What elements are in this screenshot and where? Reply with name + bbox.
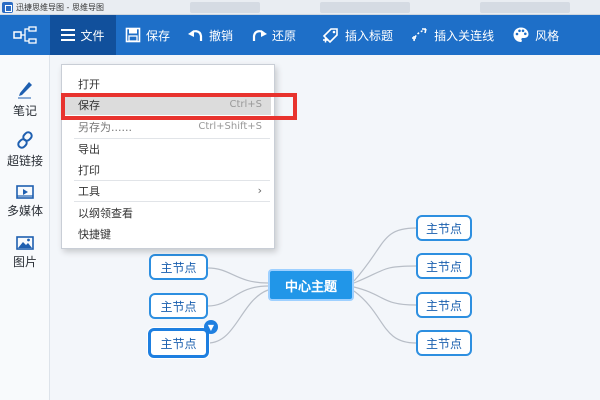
undo-label: 撤销	[209, 28, 234, 43]
insert-title-label: 插入标题	[345, 28, 394, 43]
branch-line	[353, 265, 417, 284]
menu-item-outline-view[interactable]: 以纲领查看	[62, 202, 274, 223]
branch-line	[353, 286, 417, 306]
redo-button[interactable]: 还原	[242, 15, 305, 55]
sidebar-item-label: 多媒体	[6, 204, 43, 218]
menu-item-label: 另存为......	[78, 120, 132, 134]
redo-label: 还原	[272, 28, 297, 43]
blurred-tab	[190, 2, 260, 13]
window-title: 迅捷思维导图 - 思维导图	[16, 2, 104, 12]
link-icon	[0, 129, 50, 149]
sidebar-item-hyperlink[interactable]: 超链接	[0, 129, 50, 169]
collapse-toggle-icon[interactable]: ▼	[204, 320, 218, 334]
menu-item-label: 导出	[78, 142, 100, 156]
branch-line	[353, 227, 417, 282]
main-node-left-1[interactable]: 主节点	[149, 254, 208, 280]
main-node-left-3-selected[interactable]: 主节点	[148, 328, 209, 358]
menu-item-label: 以纲领查看	[78, 206, 133, 220]
menu-item-label: 打开	[78, 77, 100, 91]
main-toolbar: 文件 保存 撤销 还原 插入标题 插入关连线 风格	[0, 15, 600, 55]
main-node-right-1[interactable]: 主节点	[416, 215, 472, 241]
undo-button[interactable]: 撤销	[179, 15, 242, 55]
title-bar: 迅捷思维导图 - 思维导图	[0, 0, 600, 15]
sidebar-item-label: 图片	[12, 255, 37, 269]
menu-item-tools[interactable]: 工具 ›	[62, 180, 274, 201]
main-node-right-2[interactable]: 主节点	[416, 253, 472, 279]
image-icon	[0, 230, 50, 250]
menu-item-label: 工具	[78, 184, 100, 198]
main-node-right-4[interactable]: 主节点	[416, 330, 472, 356]
mindmap-logo-icon[interactable]	[0, 15, 50, 55]
menu-icon	[61, 29, 76, 41]
insert-title-button[interactable]: 插入标题	[313, 15, 402, 55]
insert-link-line-label: 插入关连线	[434, 28, 495, 43]
branch-line	[353, 290, 417, 344]
redo-icon	[252, 30, 268, 41]
app-icon	[2, 1, 13, 13]
highlight-box	[61, 93, 297, 120]
insert-link-line-button[interactable]: 插入关连线	[402, 15, 503, 55]
sidebar-item-image[interactable]: 图片	[0, 230, 50, 270]
menu-item-print[interactable]: 打印	[62, 159, 274, 180]
menu-item-label: 打印	[78, 163, 100, 177]
menu-shortcut: Ctrl+Shift+S	[198, 121, 262, 132]
main-node-left-2[interactable]: 主节点	[149, 293, 208, 319]
undo-icon	[188, 30, 203, 41]
menu-item-export[interactable]: 导出	[62, 138, 274, 159]
file-label: 文件	[80, 28, 105, 43]
style-button[interactable]: 风格	[503, 15, 568, 55]
save-button[interactable]: 保存	[116, 15, 179, 55]
left-sidebar: 笔记 超链接 多媒体 图片	[0, 55, 50, 400]
submenu-arrow-icon: ›	[257, 184, 262, 197]
style-label: 风格	[535, 28, 560, 43]
video-icon	[0, 179, 50, 199]
blurred-tab	[320, 2, 410, 13]
branch-line	[207, 285, 269, 307]
sidebar-item-media[interactable]: 多媒体	[0, 179, 50, 219]
menu-item-label: 快捷键	[78, 227, 111, 241]
menu-item-open[interactable]: 打开	[62, 73, 274, 94]
sidebar-item-notes[interactable]: 笔记	[0, 79, 50, 119]
palette-icon	[513, 27, 529, 42]
insert-title-icon	[322, 28, 338, 44]
central-topic-node[interactable]: 中心主题	[268, 269, 354, 301]
main-node-right-3[interactable]: 主节点	[416, 292, 472, 318]
blurred-tab	[480, 2, 570, 13]
menu-item-shortcuts[interactable]: 快捷键	[62, 223, 274, 244]
insert-link-line-icon	[412, 28, 427, 42]
file-dropdown-menu: 打开 保存 Ctrl+S 另存为...... Ctrl+Shift+S 导出 打…	[61, 64, 275, 249]
pencil-icon	[0, 79, 50, 99]
sidebar-item-label: 笔记	[12, 104, 37, 118]
branch-line	[207, 289, 269, 344]
save-label: 保存	[146, 28, 171, 43]
branch-line	[207, 267, 269, 284]
save-icon	[125, 27, 141, 43]
sidebar-item-label: 超链接	[6, 154, 43, 168]
file-menu-button[interactable]: 文件	[50, 15, 116, 55]
